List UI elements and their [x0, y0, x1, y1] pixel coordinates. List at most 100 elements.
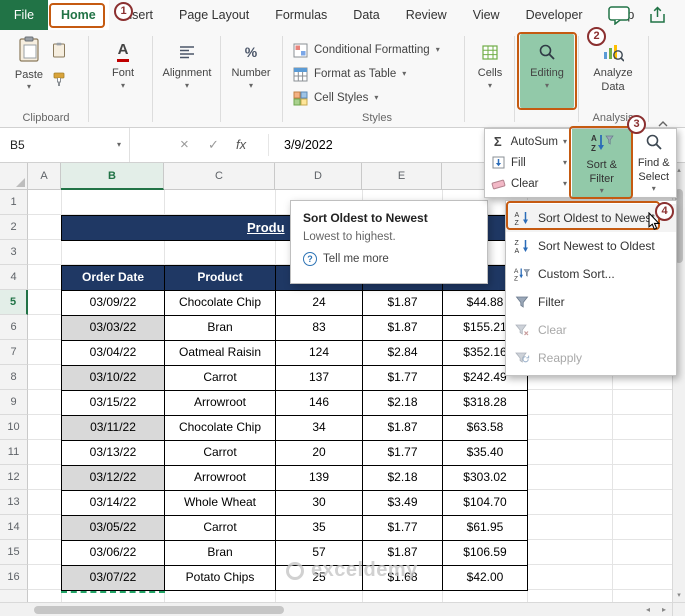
horizontal-scroll-thumb[interactable] [34, 606, 284, 614]
enter-icon[interactable]: ✓ [208, 128, 219, 162]
cell[interactable]: 03/13/22 [62, 441, 165, 466]
row-header-5[interactable]: 5 [0, 290, 28, 315]
clear-button[interactable]: Clear ▾ [485, 173, 572, 194]
alignment-group-button[interactable]: Alignment ▾ [156, 34, 218, 108]
share-icon[interactable] [648, 6, 667, 30]
scroll-right-icon[interactable]: ▸ [662, 603, 666, 616]
autosum-button[interactable]: Σ AutoSum ▾ [485, 131, 572, 152]
header-cell[interactable]: Order Date [62, 266, 165, 291]
row-header-10[interactable]: 10 [0, 415, 28, 440]
column-header-c[interactable]: C [164, 163, 275, 190]
menu-item-clear[interactable]: Clear [506, 316, 676, 344]
scroll-down-icon[interactable]: ▾ [673, 591, 685, 599]
tell-me-more-link[interactable]: ? Tell me more [303, 252, 475, 266]
name-box[interactable]: B5 ▾ [0, 128, 130, 162]
cell[interactable]: Bran [165, 541, 276, 566]
row-header-15[interactable]: 15 [0, 540, 28, 565]
cell[interactable]: $106.59 [443, 541, 528, 566]
tab-review[interactable]: Review [393, 0, 460, 30]
tab-view[interactable]: View [460, 0, 513, 30]
cell[interactable]: 35 [276, 516, 363, 541]
cell[interactable]: $104.70 [443, 491, 528, 516]
font-group-button[interactable]: A Font ▾ [96, 34, 150, 108]
row-header-7[interactable]: 7 [0, 340, 28, 365]
insert-function-icon[interactable]: fx [236, 128, 246, 162]
editing-group-button[interactable]: Editing ▾ [520, 34, 574, 108]
cell[interactable]: 03/03/22 [62, 316, 165, 341]
column-header-b[interactable]: B [61, 163, 164, 190]
conditional-formatting-button[interactable]: Conditional Formatting ▾ [292, 38, 462, 62]
cell[interactable]: $3.49 [363, 491, 443, 516]
cell[interactable]: $303.02 [443, 466, 528, 491]
cell[interactable]: $318.28 [443, 391, 528, 416]
cell[interactable]: 03/05/22 [62, 516, 165, 541]
tab-file[interactable]: File [0, 0, 48, 30]
cell[interactable]: Carrot [165, 366, 276, 391]
select-all-button[interactable] [0, 163, 28, 190]
tab-formulas[interactable]: Formulas [262, 0, 340, 30]
header-cell[interactable]: Product [165, 266, 276, 291]
find-select-button[interactable]: Find & Select ▾ [631, 129, 676, 197]
cell[interactable]: $1.87 [363, 416, 443, 441]
format-as-table-button[interactable]: Format as Table ▾ [292, 62, 462, 86]
cell[interactable]: 83 [276, 316, 363, 341]
row-header-13[interactable]: 13 [0, 490, 28, 515]
cell[interactable]: $1.77 [363, 441, 443, 466]
tab-home[interactable]: Home [48, 0, 109, 30]
formula-bar-value[interactable]: 3/9/2022 [284, 128, 333, 162]
cells-group-button[interactable]: Cells ▾ [468, 34, 512, 108]
comments-icon[interactable] [608, 6, 630, 30]
paste-button[interactable]: Paste ▾ [6, 34, 52, 108]
cell[interactable]: 34 [276, 416, 363, 441]
cell[interactable]: $2.18 [363, 466, 443, 491]
row-header-2[interactable]: 2 [0, 215, 28, 240]
row-header-3[interactable]: 3 [0, 240, 28, 265]
cell[interactable]: 20 [276, 441, 363, 466]
cell[interactable]: Chocolate Chip [165, 416, 276, 441]
menu-item-custom-sort[interactable]: A Z Custom Sort... [506, 260, 676, 288]
cell[interactable]: 03/04/22 [62, 341, 165, 366]
cell[interactable]: Whole Wheat [165, 491, 276, 516]
column-header-e[interactable]: E [362, 163, 442, 190]
scroll-left-icon[interactable]: ◂ [646, 603, 650, 616]
row-header-4[interactable]: 4 [0, 265, 28, 290]
cell[interactable]: $2.84 [363, 341, 443, 366]
cell-styles-button[interactable]: Cell Styles ▾ [292, 86, 462, 110]
row-header-12[interactable]: 12 [0, 465, 28, 490]
format-painter-icon[interactable] [52, 72, 66, 92]
cell[interactable]: $61.95 [443, 516, 528, 541]
cell[interactable]: 24 [276, 291, 363, 316]
cell[interactable]: Oatmeal Raisin [165, 341, 276, 366]
tab-page-layout[interactable]: Page Layout [166, 0, 262, 30]
cell[interactable]: $1.77 [363, 366, 443, 391]
row-header-6[interactable]: 6 [0, 315, 28, 340]
cell[interactable]: Carrot [165, 441, 276, 466]
copy-icon[interactable] [52, 42, 66, 63]
cell[interactable]: Chocolate Chip [165, 291, 276, 316]
row-header-16[interactable]: 16 [0, 565, 28, 590]
menu-item-filter[interactable]: Filter [506, 288, 676, 316]
cell[interactable]: Arrowroot [165, 391, 276, 416]
cell[interactable]: $1.87 [363, 316, 443, 341]
chevron-down-icon[interactable]: ▾ [117, 128, 121, 162]
cell[interactable]: Arrowroot [165, 466, 276, 491]
sort-filter-button[interactable]: AZ Sort & Filter ▾ [572, 129, 632, 197]
row-header-1[interactable]: 1 [0, 190, 28, 215]
cell[interactable]: $35.40 [443, 441, 528, 466]
row-header-11[interactable]: 11 [0, 440, 28, 465]
cell[interactable]: 03/11/22 [62, 416, 165, 441]
cell[interactable]: 03/14/22 [62, 491, 165, 516]
menu-item-sort-newest-to-oldest[interactable]: Z A Sort Newest to Oldest [506, 232, 676, 260]
cell[interactable]: 03/07/22 [62, 566, 165, 591]
fill-button[interactable]: Fill ▾ [485, 152, 572, 173]
column-header-a[interactable]: A [28, 163, 61, 190]
cell[interactable]: Potato Chips [165, 566, 276, 591]
cell[interactable]: $1.87 [363, 291, 443, 316]
cell[interactable]: Carrot [165, 516, 276, 541]
column-header-d[interactable]: D [275, 163, 362, 190]
row-header-9[interactable]: 9 [0, 390, 28, 415]
cancel-icon[interactable]: × [180, 128, 189, 162]
cell[interactable]: $1.77 [363, 516, 443, 541]
cell[interactable]: 03/09/22 [62, 291, 165, 316]
menu-item-reapply[interactable]: Reapply [506, 344, 676, 372]
